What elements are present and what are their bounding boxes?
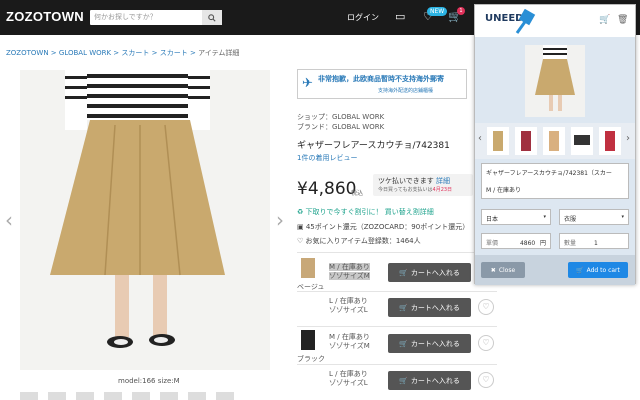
favorite-heart-icon[interactable]: ♡ — [478, 335, 494, 351]
chevron-down-icon: ▾ — [543, 214, 546, 220]
add-to-cart-button[interactable]: 🛒 カートへ入れる — [388, 263, 471, 282]
panel-product-image — [525, 45, 585, 117]
thumbnail[interactable] — [188, 392, 206, 400]
prev-image-arrow[interactable]: ‹ — [5, 208, 13, 232]
panel-thumbnail[interactable] — [571, 127, 593, 155]
tsuke-sub: 今日買ってもお支払いは — [378, 187, 433, 193]
search-icon — [208, 13, 216, 22]
color-swatch-black[interactable] — [301, 330, 315, 350]
country-select[interactable]: 日本 ▾ — [481, 209, 551, 225]
size-option: L / 在庫あり ゾゾサイズL — [329, 370, 368, 387]
breadcrumb-item[interactable]: スカート — [121, 49, 149, 57]
thumbnail-strip — [20, 392, 234, 400]
favorites-info: ♡ お気に入りアイテム登録数：1464人 — [297, 237, 421, 245]
notice-link[interactable]: 支持海外配送的店鋪櫃檯 — [378, 87, 433, 94]
airplane-icon: ✈ — [302, 76, 313, 91]
favorites-text: お気に入りアイテム登録数：1464人 — [305, 237, 421, 245]
product-main-image[interactable] — [20, 70, 270, 370]
thumbnail[interactable] — [104, 392, 122, 400]
panel-delete-icon[interactable]: 🗑 — [617, 15, 628, 25]
panel-prev-arrow[interactable]: ‹ — [478, 133, 482, 144]
notice-title: 非常抱歉，此欧商品暫時不支持海外郵寄 — [318, 75, 444, 83]
points-text: 45ポイント還元（ZOZOCARD：90ポイント還元） — [305, 223, 470, 231]
product-photo — [20, 70, 270, 370]
close-button[interactable]: ✖ Close — [481, 262, 525, 278]
panel-thumbnail[interactable] — [515, 127, 537, 155]
message-icon[interactable]: ▭ — [395, 10, 405, 23]
thumbnail[interactable] — [48, 392, 66, 400]
tsuke-info: ツケ払いできます 詳細 今日買ってもお支払いは4月23日 — [373, 174, 473, 196]
thumbnail[interactable] — [20, 392, 38, 400]
review-link[interactable]: 1件の着用レビュー — [297, 153, 357, 163]
search-input[interactable]: 何かお探しですか？ — [94, 12, 157, 22]
tsuke-text: ツケ払いできます — [378, 177, 434, 185]
tsuke-detail-link[interactable]: 詳細 — [436, 177, 450, 185]
uneed-panel: UNEED 🛒 🗑 ‹ › ギャザーフレアースカウチョ/742381（スカー M… — [474, 4, 636, 285]
add-to-cart-button[interactable]: 🛒 カートへ入れる — [388, 371, 471, 390]
tax-label: 税込 — [351, 190, 364, 197]
cart-count-badge: 1 — [457, 7, 465, 15]
panel-thumbnail[interactable] — [543, 127, 565, 155]
thumbnail[interactable] — [132, 392, 150, 400]
favorite-heart-icon[interactable]: ♡ — [478, 372, 494, 388]
product-title: ギャザーフレアースカウチョ/742381 — [297, 141, 450, 151]
divider — [297, 364, 497, 365]
brand-name[interactable]: ブランド：GLOBAL WORK — [297, 122, 384, 132]
size-option: M / 在庫あり ゾゾサイズM — [329, 333, 370, 350]
panel-product-photo — [525, 45, 585, 117]
trade-in-text: 下取りで今すぐ割引に！ 買い替え割詳細 — [305, 208, 434, 216]
panel-next-arrow[interactable]: › — [626, 133, 630, 144]
thumbnail[interactable] — [216, 392, 234, 400]
chevron-down-icon: ▾ — [621, 214, 624, 220]
price-field[interactable]: 單價 4860 円 — [481, 233, 551, 249]
login-link[interactable]: ログイン — [347, 12, 379, 23]
breadcrumb-item[interactable]: スカート — [160, 49, 188, 57]
new-badge: NEW — [427, 7, 448, 16]
breadcrumb: ZOZOTOWN > GLOBAL WORK > スカート > スカート > ア… — [6, 49, 240, 57]
shop-name[interactable]: ショップ：GLOBAL WORK — [297, 112, 384, 122]
size-option: M / 在庫あり ゾゾサイズM — [329, 263, 370, 280]
product-price: ¥4,860 — [297, 179, 357, 199]
tsuke-date: 4月23日 — [432, 187, 453, 193]
points-info: ▣ 45ポイント還元（ZOZOCARD：90ポイント還元） — [297, 223, 470, 231]
panel-thumbnail[interactable] — [487, 127, 509, 155]
divider — [297, 252, 497, 253]
breadcrumb-item[interactable]: GLOBAL WORK — [59, 49, 111, 57]
uneed-logo-mark — [515, 9, 536, 34]
thumbnail[interactable] — [76, 392, 94, 400]
site-logo[interactable]: ZOZOTOWN — [6, 9, 84, 24]
panel-body: ‹ › ギャザーフレアースカウチョ/742381（スカー M / 在庫あり 日本… — [475, 37, 635, 285]
divider — [297, 291, 497, 292]
favorite-heart-icon[interactable]: ♡ — [478, 299, 494, 315]
panel-header: UNEED 🛒 🗑 — [475, 5, 635, 37]
panel-thumbnails: ‹ › — [475, 123, 635, 159]
add-to-cart-button[interactable]: 🛒 カートへ入れる — [388, 298, 471, 317]
quantity-field[interactable]: 數量 1 — [559, 233, 629, 249]
divider — [297, 326, 497, 327]
breadcrumb-item[interactable]: ZOZOTOWN — [6, 49, 49, 57]
breadcrumb-current: アイテム詳細 — [198, 49, 240, 57]
next-image-arrow[interactable]: › — [276, 208, 284, 232]
thumbnail[interactable] — [160, 392, 178, 400]
trade-in-link[interactable]: ♻ 下取りで今すぐ割引に！ 買い替え割詳細 — [297, 207, 434, 217]
color-label: ブラック — [297, 355, 325, 363]
add-to-cart-panel-button[interactable]: 🛒 Add to cart — [568, 262, 628, 278]
image-caption: model:166 size:M — [118, 377, 180, 385]
category-select[interactable]: 衣服 ▾ — [559, 209, 629, 225]
search-button[interactable] — [202, 10, 222, 25]
panel-product-name-field[interactable]: ギャザーフレアースカウチョ/742381（スカー M / 在庫あり — [481, 163, 629, 199]
shipping-notice[interactable]: ✈ 非常抱歉，此欧商品暫時不支持海外郵寄 支持海外配送的店鋪櫃檯 — [297, 69, 467, 99]
color-swatch-beige[interactable] — [301, 258, 315, 278]
panel-cart-icon[interactable]: 🛒 — [599, 15, 610, 25]
search-bar[interactable]: 何かお探しですか？ — [90, 10, 222, 25]
add-to-cart-button[interactable]: 🛒 カートへ入れる — [388, 334, 471, 353]
panel-footer: ✖ Close 🛒 Add to cart — [475, 255, 635, 285]
panel-thumbnail[interactable] — [599, 127, 621, 155]
size-option: L / 在庫あり ゾゾサイズL — [329, 297, 368, 314]
